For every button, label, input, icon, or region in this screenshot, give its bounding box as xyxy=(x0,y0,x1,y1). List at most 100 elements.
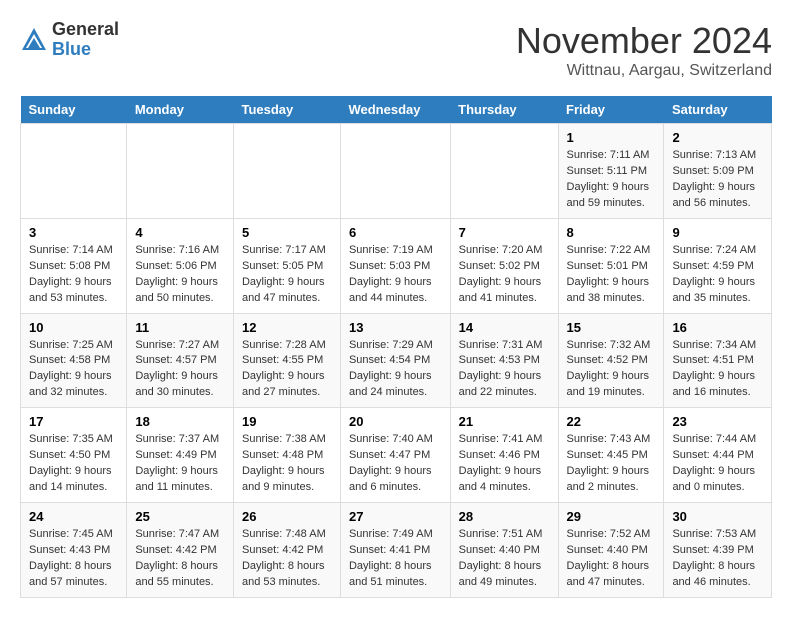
day-info: Sunrise: 7:24 AM Sunset: 4:59 PM Dayligh… xyxy=(672,243,763,307)
day-number: 6 xyxy=(349,225,442,240)
calendar-cell: 30 Sunrise: 7:53 AM Sunset: 4:39 PM Dayli… xyxy=(664,503,772,598)
day-info: Sunrise: 7:25 AM Sunset: 4:58 PM Dayligh… xyxy=(29,338,118,402)
calendar-cell: 4Sunrise: 7:16 AM Sunset: 5:06 PM Daylig… xyxy=(127,218,234,313)
day-number: 14 xyxy=(459,320,550,335)
logo-blue-text: Blue xyxy=(52,39,91,59)
calendar-cell: 6 Sunrise: 7:19 AM Sunset: 5:03 PM Daylig… xyxy=(340,218,450,313)
calendar-week-row: 24 Sunrise: 7:45 AM Sunset: 4:43 PM Dayli… xyxy=(21,503,772,598)
calendar-cell xyxy=(21,124,127,219)
day-info: Sunrise: 7:44 AM Sunset: 4:44 PM Dayligh… xyxy=(672,432,763,496)
calendar-cell: 19 Sunrise: 7:38 AM Sunset: 4:48 PM Dayli… xyxy=(233,408,340,503)
day-info: Sunrise: 7:35 AM Sunset: 4:50 PM Dayligh… xyxy=(29,432,118,496)
calendar-week-row: 17 Sunrise: 7:35 AM Sunset: 4:50 PM Dayli… xyxy=(21,408,772,503)
day-info: Sunrise: 7:22 AM Sunset: 5:01 PM Dayligh… xyxy=(567,243,656,307)
calendar-cell: 22Sunrise: 7:43 AM Sunset: 4:45 PM Dayli… xyxy=(558,408,664,503)
day-number: 16 xyxy=(672,320,763,335)
day-number: 17 xyxy=(29,414,118,429)
calendar-cell: 27 Sunrise: 7:49 AM Sunset: 4:41 PM Dayli… xyxy=(340,503,450,598)
weekday-header: Thursday xyxy=(450,96,558,124)
calendar-cell: 23Sunrise: 7:44 AM Sunset: 4:44 PM Dayli… xyxy=(664,408,772,503)
day-info: Sunrise: 7:53 AM Sunset: 4:39 PM Dayligh… xyxy=(672,527,763,591)
day-info: Sunrise: 7:45 AM Sunset: 4:43 PM Dayligh… xyxy=(29,527,118,591)
day-info: Sunrise: 7:16 AM Sunset: 5:06 PM Dayligh… xyxy=(135,243,225,307)
day-number: 8 xyxy=(567,225,656,240)
day-info: Sunrise: 7:31 AM Sunset: 4:53 PM Dayligh… xyxy=(459,338,550,402)
header: General Blue November 2024 Wittnau, Aarg… xyxy=(20,20,772,80)
month-title: November 2024 xyxy=(516,20,772,62)
day-info: Sunrise: 7:27 AM Sunset: 4:57 PM Dayligh… xyxy=(135,338,225,402)
calendar-cell xyxy=(233,124,340,219)
calendar-week-row: 10 Sunrise: 7:25 AM Sunset: 4:58 PM Dayli… xyxy=(21,313,772,408)
day-number: 9 xyxy=(672,225,763,240)
calendar-cell: 5Sunrise: 7:17 AM Sunset: 5:05 PM Daylig… xyxy=(233,218,340,313)
logo-general-text: General xyxy=(52,19,119,39)
logo-icon xyxy=(20,26,48,54)
calendar-cell: 24 Sunrise: 7:45 AM Sunset: 4:43 PM Dayli… xyxy=(21,503,127,598)
day-number: 19 xyxy=(242,414,332,429)
day-number: 11 xyxy=(135,320,225,335)
day-number: 10 xyxy=(29,320,118,335)
weekday-header: Wednesday xyxy=(340,96,450,124)
day-number: 25 xyxy=(135,509,225,524)
day-number: 27 xyxy=(349,509,442,524)
calendar-cell: 28 Sunrise: 7:51 AM Sunset: 4:40 PM Dayli… xyxy=(450,503,558,598)
day-number: 24 xyxy=(29,509,118,524)
day-info: Sunrise: 7:20 AM Sunset: 5:02 PM Dayligh… xyxy=(459,243,550,307)
weekday-header: Friday xyxy=(558,96,664,124)
calendar-cell: 2Sunrise: 7:13 AM Sunset: 5:09 PM Daylig… xyxy=(664,124,772,219)
day-info: Sunrise: 7:28 AM Sunset: 4:55 PM Dayligh… xyxy=(242,338,332,402)
day-number: 7 xyxy=(459,225,550,240)
calendar-cell: 15Sunrise: 7:32 AM Sunset: 4:52 PM Dayli… xyxy=(558,313,664,408)
day-number: 15 xyxy=(567,320,656,335)
day-info: Sunrise: 7:38 AM Sunset: 4:48 PM Dayligh… xyxy=(242,432,332,496)
calendar-cell: 25 Sunrise: 7:47 AM Sunset: 4:42 PM Dayli… xyxy=(127,503,234,598)
day-number: 18 xyxy=(135,414,225,429)
day-info: Sunrise: 7:11 AM Sunset: 5:11 PM Dayligh… xyxy=(567,148,656,212)
calendar-cell: 14 Sunrise: 7:31 AM Sunset: 4:53 PM Dayli… xyxy=(450,313,558,408)
day-info: Sunrise: 7:41 AM Sunset: 4:46 PM Dayligh… xyxy=(459,432,550,496)
day-number: 21 xyxy=(459,414,550,429)
calendar-cell: 26 Sunrise: 7:48 AM Sunset: 4:42 PM Dayli… xyxy=(233,503,340,598)
calendar-week-row: 1 Sunrise: 7:11 AM Sunset: 5:11 PM Daylig… xyxy=(21,124,772,219)
calendar-cell: 10 Sunrise: 7:25 AM Sunset: 4:58 PM Dayli… xyxy=(21,313,127,408)
calendar-cell: 1 Sunrise: 7:11 AM Sunset: 5:11 PM Daylig… xyxy=(558,124,664,219)
calendar-cell xyxy=(127,124,234,219)
day-info: Sunrise: 7:19 AM Sunset: 5:03 PM Dayligh… xyxy=(349,243,442,307)
calendar-table: SundayMondayTuesdayWednesdayThursdayFrid… xyxy=(20,96,772,598)
day-info: Sunrise: 7:49 AM Sunset: 4:41 PM Dayligh… xyxy=(349,527,442,591)
day-info: Sunrise: 7:47 AM Sunset: 4:42 PM Dayligh… xyxy=(135,527,225,591)
calendar-cell: 16 Sunrise: 7:34 AM Sunset: 4:51 PM Dayli… xyxy=(664,313,772,408)
weekday-header: Monday xyxy=(127,96,234,124)
weekday-header: Tuesday xyxy=(233,96,340,124)
weekday-header: Sunday xyxy=(21,96,127,124)
calendar-cell: 3Sunrise: 7:14 AM Sunset: 5:08 PM Daylig… xyxy=(21,218,127,313)
location-title: Wittnau, Aargau, Switzerland xyxy=(516,62,772,80)
day-number: 5 xyxy=(242,225,332,240)
calendar-week-row: 3Sunrise: 7:14 AM Sunset: 5:08 PM Daylig… xyxy=(21,218,772,313)
day-number: 26 xyxy=(242,509,332,524)
day-number: 1 xyxy=(567,130,656,145)
logo: General Blue xyxy=(20,20,119,60)
day-info: Sunrise: 7:37 AM Sunset: 4:49 PM Dayligh… xyxy=(135,432,225,496)
weekday-header: Saturday xyxy=(664,96,772,124)
calendar-cell: 17 Sunrise: 7:35 AM Sunset: 4:50 PM Dayli… xyxy=(21,408,127,503)
logo-text: General Blue xyxy=(52,20,119,60)
day-info: Sunrise: 7:51 AM Sunset: 4:40 PM Dayligh… xyxy=(459,527,550,591)
day-number: 3 xyxy=(29,225,118,240)
calendar-cell: 21 Sunrise: 7:41 AM Sunset: 4:46 PM Dayli… xyxy=(450,408,558,503)
day-number: 30 xyxy=(672,509,763,524)
day-info: Sunrise: 7:13 AM Sunset: 5:09 PM Dayligh… xyxy=(672,148,763,212)
calendar-cell xyxy=(450,124,558,219)
calendar-cell: 11 Sunrise: 7:27 AM Sunset: 4:57 PM Dayli… xyxy=(127,313,234,408)
day-info: Sunrise: 7:29 AM Sunset: 4:54 PM Dayligh… xyxy=(349,338,442,402)
day-info: Sunrise: 7:48 AM Sunset: 4:42 PM Dayligh… xyxy=(242,527,332,591)
day-info: Sunrise: 7:43 AM Sunset: 4:45 PM Dayligh… xyxy=(567,432,656,496)
day-number: 13 xyxy=(349,320,442,335)
calendar-cell: 20Sunrise: 7:40 AM Sunset: 4:47 PM Dayli… xyxy=(340,408,450,503)
calendar-cell: 18 Sunrise: 7:37 AM Sunset: 4:49 PM Dayli… xyxy=(127,408,234,503)
day-info: Sunrise: 7:34 AM Sunset: 4:51 PM Dayligh… xyxy=(672,338,763,402)
day-number: 28 xyxy=(459,509,550,524)
day-info: Sunrise: 7:40 AM Sunset: 4:47 PM Dayligh… xyxy=(349,432,442,496)
calendar-cell: 9 Sunrise: 7:24 AM Sunset: 4:59 PM Daylig… xyxy=(664,218,772,313)
day-number: 12 xyxy=(242,320,332,335)
